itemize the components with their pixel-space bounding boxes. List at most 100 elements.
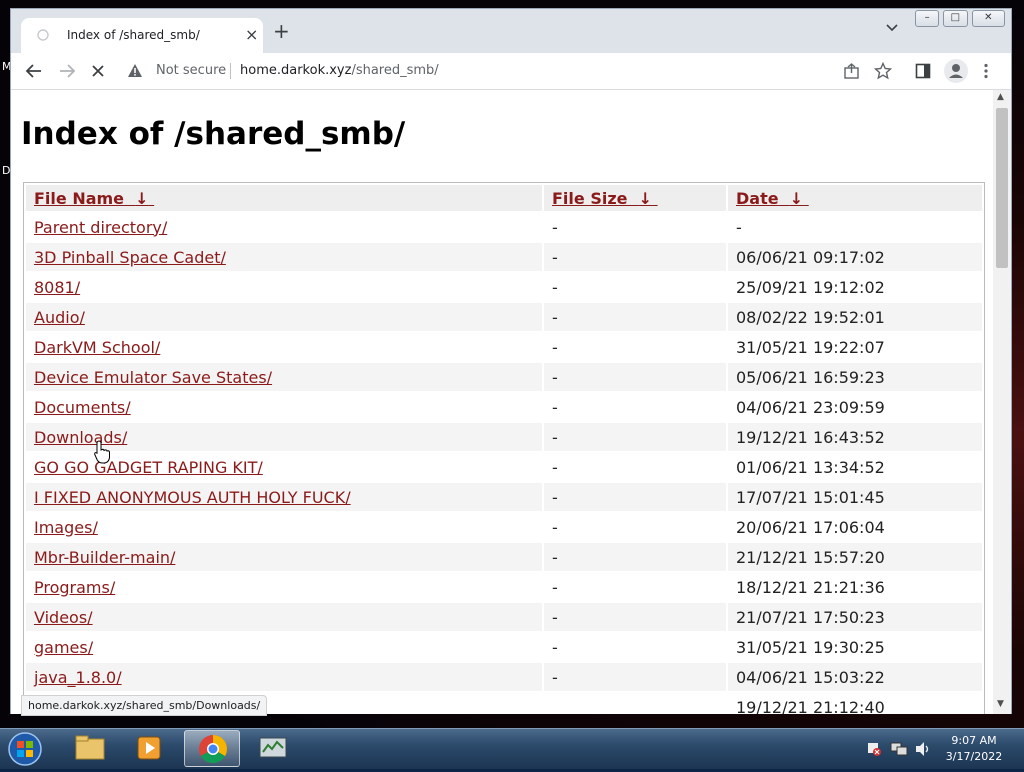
security-label[interactable]: Not secure [156,63,226,78]
file-link[interactable]: Parent directory/ [34,218,167,237]
not-secure-warning-icon[interactable] [127,63,143,79]
taskbar-media-player[interactable] [122,730,178,767]
file-date-cell: 31/05/21 19:22:07 [736,337,885,357]
kebab-menu-icon[interactable] [983,63,989,79]
table-row: 8081/ - 25/09/21 19:12:02 [26,273,982,301]
file-size-cell [544,693,726,714]
vertical-scrollbar[interactable]: ▲ ▼ [993,90,1011,714]
file-link[interactable]: Documents/ [34,398,131,417]
file-size-cell: - [544,483,726,511]
loading-favicon-icon [37,29,49,41]
file-link[interactable]: Downloads/ [34,428,127,447]
file-date-cell: 19/12/21 16:43:52 [728,423,982,451]
col-file-size[interactable]: File Size ↓ [544,185,726,211]
stop-loading-icon[interactable] [89,62,107,80]
file-link[interactable]: 8081/ [34,278,80,297]
file-link[interactable]: GO GO GADGET RAPING KIT/ [34,458,263,477]
file-size-cell: - [552,277,558,297]
file-link[interactable]: Audio/ [34,308,85,327]
taskbar-chrome[interactable] [184,730,240,767]
file-link[interactable]: I FIXED ANONYMOUS AUTH HOLY FUCK/ [34,488,351,507]
start-orb-icon[interactable] [6,731,44,767]
url-text[interactable]: home.darkok.xyz/shared_smb/ [240,63,439,78]
scrollbar-thumb[interactable] [996,108,1008,268]
file-date-cell: - [736,217,742,237]
file-link[interactable]: DarkVM School/ [34,338,160,357]
file-date-cell: 04/06/21 15:03:22 [728,663,982,691]
share-icon[interactable] [843,63,860,79]
browser-window: Index of /shared_smb/ × + – □ ✕ Not secu… [10,8,1012,716]
taskbar-task-manager[interactable] [246,730,302,767]
file-name-cell: Device Emulator Save States/ [26,363,542,391]
file-name-cell: Audio/ [26,303,542,331]
file-size-cell: - [552,517,558,537]
file-date-cell: 04/06/21 23:09:59 [736,397,885,417]
scroll-down-icon[interactable]: ▼ [997,699,1004,709]
file-date-cell: 05/06/21 16:59:23 [728,363,982,391]
table-row: Mbr-Builder-main/ -21/12/21 15:57:20 [26,543,982,571]
tab-active[interactable]: Index of /shared_smb/ × [21,18,263,53]
tab-close-icon[interactable]: × [245,25,258,44]
table-row: I FIXED ANONYMOUS AUTH HOLY FUCK/ -17/07/… [26,483,982,511]
file-size-cell: - [544,303,726,331]
table-row: Downloads/ -19/12/21 16:43:52 [26,423,982,451]
profile-avatar[interactable] [944,59,968,83]
tab-search-icon[interactable] [885,23,899,33]
action-center-flag-icon[interactable] [866,741,882,757]
col-file-name[interactable]: File Name ↓ [26,185,542,211]
table-row: DarkVM School/ - 31/05/21 19:22:07 [26,333,982,361]
table-row: Videos/ -21/07/21 17:50:23 [26,603,982,631]
file-date-cell: 17/07/21 15:01:45 [728,483,982,511]
file-date-cell: 21/07/21 17:50:23 [728,603,982,631]
page-content: Index of /shared_smb/ File Name ↓ File S… [11,90,993,714]
taskbar-explorer[interactable] [62,730,118,767]
side-panel-icon[interactable] [915,63,931,79]
col-date[interactable]: Date ↓ [728,185,982,211]
file-link[interactable]: Programs/ [34,578,115,597]
file-date-cell: 21/12/21 15:57:20 [728,543,982,571]
folder-icon [75,735,105,760]
sort-by-date-link[interactable]: Date ↓ [736,189,809,208]
sort-by-size-link[interactable]: File Size ↓ [552,189,658,208]
table-row: Device Emulator Save States/ -05/06/21 16… [26,363,982,391]
bookmark-star-icon[interactable] [874,62,892,80]
tray-clock[interactable]: 9:07 AM 3/17/2022 [938,733,1010,765]
maximize-button[interactable]: □ [943,10,968,27]
table-row: Parent directory/ - - [26,213,982,241]
file-link[interactable]: 3D Pinball Space Cadet/ [34,248,226,267]
table-header-row: File Name ↓ File Size ↓ Date ↓ [26,185,982,211]
page-title: Index of /shared_smb/ [21,116,406,152]
file-size-cell: - [544,543,726,571]
file-name-cell: I FIXED ANONYMOUS AUTH HOLY FUCK/ [26,483,542,511]
file-date-cell: 08/02/22 19:52:01 [728,303,982,331]
back-arrow-icon[interactable] [25,63,43,79]
volume-icon[interactable] [914,741,932,757]
file-link[interactable]: Videos/ [34,608,93,627]
file-listing-table: File Name ↓ File Size ↓ Date ↓ Parent di… [23,182,985,714]
file-name-cell: 3D Pinball Space Cadet/ [26,243,542,271]
file-link[interactable]: Device Emulator Save States/ [34,368,272,387]
file-link[interactable]: Images/ [34,518,98,537]
file-date-cell: 18/12/21 21:21:36 [736,577,885,597]
table-row: Programs/ - 18/12/21 21:21:36 [26,573,982,601]
new-tab-button[interactable]: + [273,21,290,41]
file-date-cell: 20/06/21 17:06:04 [736,517,885,537]
minimize-button[interactable]: – [915,10,940,27]
file-rows: Parent directory/ - - 3D Pinball Space Cade… [26,213,982,714]
file-name-cell: Parent directory/ [26,213,542,241]
scroll-up-icon[interactable]: ▲ [997,92,1004,102]
address-bar[interactable]: Not secure home.darkok.xyz/shared_smb/ [123,57,943,85]
window-close-button[interactable]: ✕ [971,10,1006,27]
url-host: home.darkok.xyz [240,63,352,78]
file-link[interactable]: java_1.8.0/ [34,668,122,687]
network-icon[interactable] [890,741,908,757]
file-link[interactable]: Mbr-Builder-main/ [34,548,175,567]
forward-arrow-icon[interactable] [58,63,76,79]
browser-toolbar: Not secure home.darkok.xyz/shared_smb/ [11,53,1011,90]
file-size-cell: - [552,337,558,357]
file-link[interactable]: games/ [34,638,93,657]
sort-by-name-link[interactable]: File Name ↓ [34,189,154,208]
tab-title: Index of /shared_smb/ [67,28,200,42]
file-size-cell: - [544,663,726,691]
table-row: Images/ - 20/06/21 17:06:04 [26,513,982,541]
